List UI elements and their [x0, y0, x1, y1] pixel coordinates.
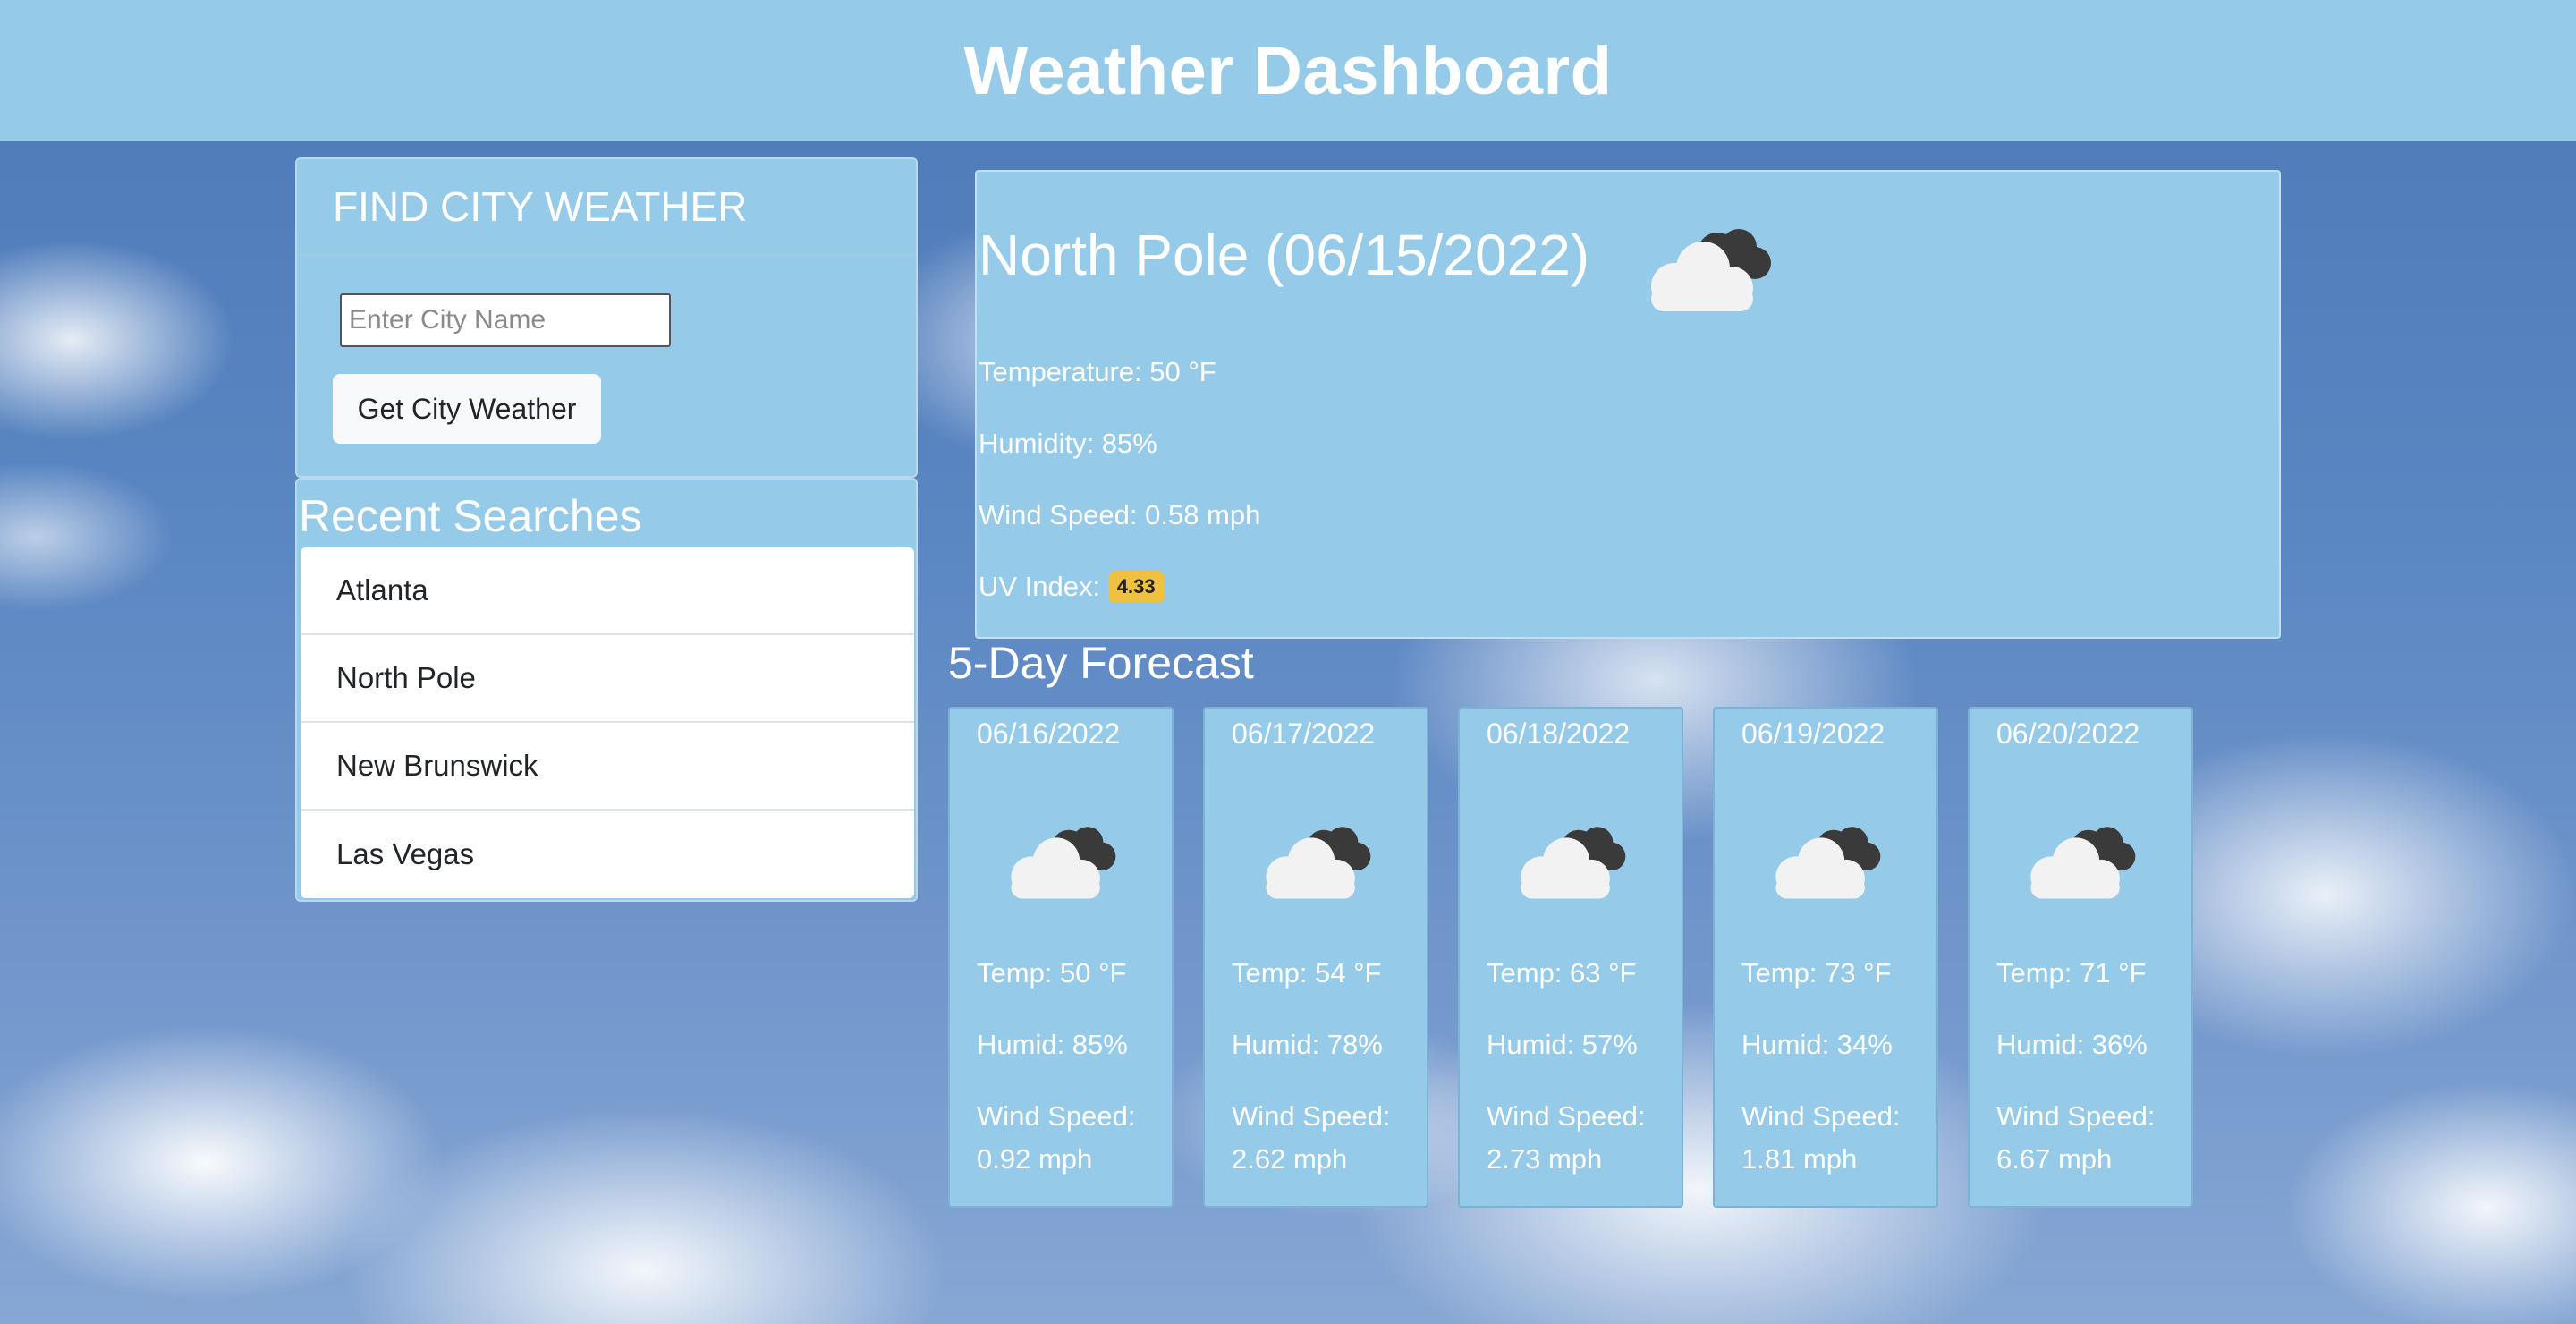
partly-cloudy-icon: [1775, 827, 1881, 899]
uv-index-badge: 4.33: [1107, 570, 1165, 603]
forecast-day-card: 06/16/2022 Temp: 50 °F Humid: 85% Wind S…: [948, 707, 1174, 1208]
forecast-wind-value: 2.62 mph: [1232, 1143, 1348, 1175]
search-panel-header: FIND CITY WEATHER: [297, 159, 916, 256]
city-search-input[interactable]: [340, 293, 671, 347]
uv-index-label: UV Index:: [979, 571, 1101, 602]
recent-search-item[interactable]: Las Vegas: [301, 811, 914, 898]
forecast-wind-value: 1.81 mph: [1741, 1143, 1858, 1175]
forecast-wind-label: Wind Speed:: [977, 1100, 1136, 1132]
current-temperature: Temperature: 50 °F: [979, 356, 1216, 387]
forecast-wind-label: Wind Speed:: [1487, 1100, 1646, 1132]
forecast-humidity: Humid: 36%: [1996, 1029, 2148, 1060]
forecast-humidity: Humid: 78%: [1232, 1029, 1383, 1060]
forecast-date: 06/19/2022: [1741, 717, 1885, 750]
current-uv-row: UV Index: 4.33: [979, 570, 1165, 605]
forecast-temp: Temp: 54 °F: [1232, 957, 1382, 989]
forecast-wind-value: 0.92 mph: [977, 1143, 1093, 1175]
current-city-title: North Pole (06/15/2022): [979, 223, 1590, 287]
forecast-wind-label: Wind Speed:: [1741, 1100, 1901, 1132]
recent-searches-panel: Recent Searches Atlanta North Pole New B…: [295, 478, 918, 902]
forecast-day-card: 06/20/2022 Temp: 71 °F Humid: 36% Wind S…: [1968, 707, 2193, 1208]
partly-cloudy-icon: [1011, 827, 1116, 899]
page-title: Weather Dashboard: [963, 32, 1613, 109]
forecast-temp: Temp: 73 °F: [1741, 957, 1892, 989]
forecast-temp: Temp: 50 °F: [977, 957, 1127, 989]
recent-searches-list: Atlanta North Pole New Brunswick Las Veg…: [301, 547, 914, 898]
forecast-date: 06/16/2022: [977, 717, 1121, 750]
forecast-day-card: 06/18/2022 Temp: 63 °F Humid: 57% Wind S…: [1458, 707, 1683, 1208]
recent-search-item[interactable]: North Pole: [301, 635, 914, 723]
partly-cloudy-icon: [1651, 229, 1771, 311]
forecast-wind-label: Wind Speed:: [1232, 1100, 1391, 1132]
page-header: Weather Dashboard: [0, 0, 2576, 141]
forecast-date: 06/18/2022: [1487, 717, 1631, 750]
current-wind-speed: Wind Speed: 0.58 mph: [979, 499, 1261, 530]
forecast-humidity: Humid: 57%: [1487, 1029, 1638, 1060]
forecast-humidity: Humid: 85%: [977, 1029, 1128, 1060]
partly-cloudy-icon: [1266, 827, 1371, 899]
forecast-date: 06/20/2022: [1996, 717, 2140, 750]
forecast-day-card: 06/19/2022 Temp: 73 °F Humid: 34% Wind S…: [1713, 707, 1938, 1208]
recent-searches-title: Recent Searches: [299, 491, 642, 541]
search-panel: FIND CITY WEATHER Get City Weather: [295, 157, 918, 478]
forecast-temp: Temp: 63 °F: [1487, 957, 1637, 989]
recent-search-item[interactable]: Atlanta: [301, 547, 914, 635]
get-city-weather-button[interactable]: Get City Weather: [333, 374, 601, 444]
partly-cloudy-icon: [2030, 827, 2136, 899]
forecast-title: 5-Day Forecast: [948, 638, 1254, 688]
forecast-temp: Temp: 71 °F: [1996, 957, 2147, 989]
forecast-humidity: Humid: 34%: [1741, 1029, 1893, 1060]
partly-cloudy-icon: [1521, 827, 1626, 899]
forecast-wind-label: Wind Speed:: [1996, 1100, 2156, 1132]
forecast-day-card: 06/17/2022 Temp: 54 °F Humid: 78% Wind S…: [1203, 707, 1428, 1208]
recent-search-item[interactable]: New Brunswick: [301, 723, 914, 811]
current-humidity: Humidity: 85%: [979, 428, 1157, 459]
forecast-date: 06/17/2022: [1232, 717, 1376, 750]
search-panel-title: FIND CITY WEATHER: [333, 183, 748, 230]
forecast-wind-value: 6.67 mph: [1996, 1143, 2113, 1175]
current-weather-card: North Pole (06/15/2022) Temperature: 50 …: [975, 170, 2281, 639]
forecast-wind-value: 2.73 mph: [1487, 1143, 1603, 1175]
